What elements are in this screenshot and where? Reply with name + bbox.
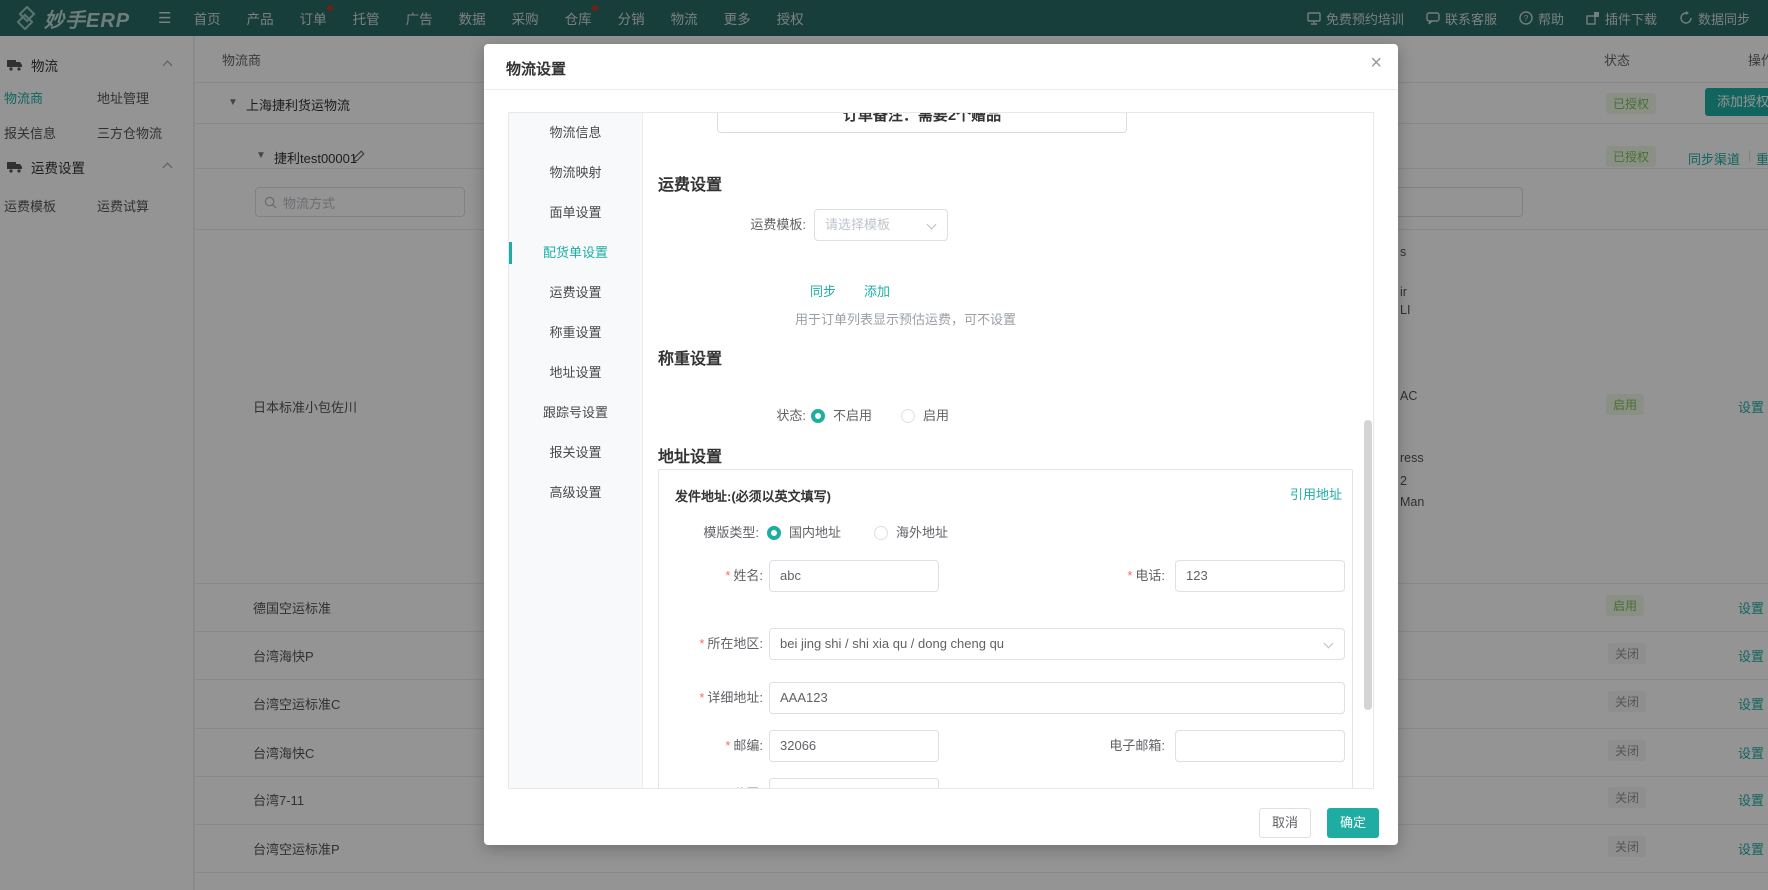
tab-freight-settings[interactable]: 运费设置 (509, 273, 642, 313)
tab-label-settings[interactable]: 面单设置 (509, 193, 642, 233)
phone-label: 电话: (1015, 560, 1165, 592)
tab-weighing-settings[interactable]: 称重设置 (509, 313, 642, 353)
tab-picking-list-settings[interactable]: 配货单设置 (509, 233, 642, 273)
zip-label: 邮编: (659, 730, 763, 762)
freight-section-title: 运费设置 (658, 177, 723, 194)
detail-address-input[interactable]: AAA123 (769, 682, 1345, 714)
radio-overseas-address[interactable] (874, 526, 888, 540)
tab-tracking-number-settings[interactable]: 跟踪号设置 (509, 393, 642, 433)
tab-logistics-mapping[interactable]: 物流映射 (509, 153, 642, 193)
order-note-input[interactable]: 订单备注：需要2个赠品 (717, 113, 1127, 133)
radio-weighing-off-label[interactable]: 不启用 (833, 401, 872, 431)
radio-weighing-off[interactable] (811, 409, 825, 423)
radio-domestic-label[interactable]: 国内地址 (789, 518, 841, 548)
content-scrollbar[interactable] (1364, 420, 1372, 710)
quote-address-link[interactable]: 引用地址 (1290, 484, 1342, 503)
sender-address-box: 发件地址:(必须以英文填写) 引用地址 模版类型: 国内地址 海外地址 姓名: … (658, 469, 1353, 788)
phone-input[interactable]: 123 (1175, 560, 1345, 592)
logistics-settings-dialog: 物流设置 × 物流信息 物流映射 面单设置 配货单设置 运费设置 称重设置 地址… (484, 44, 1398, 845)
confirm-button[interactable]: 确定 (1327, 808, 1379, 838)
radio-weighing-on[interactable] (901, 409, 915, 423)
company-label: 公司: (659, 778, 763, 788)
name-label: 姓名: (659, 560, 763, 592)
company-input[interactable] (769, 778, 939, 788)
weighing-status-label: 状态: (776, 408, 806, 423)
chevron-down-icon (926, 219, 937, 230)
dialog-title: 物流设置 (506, 61, 567, 78)
email-label: 电子邮箱: (1109, 738, 1165, 753)
freight-template-label: 运费模板: (750, 217, 806, 232)
tab-address-settings[interactable]: 地址设置 (509, 353, 642, 393)
settings-tab-menu: 物流信息 物流映射 面单设置 配货单设置 运费设置 称重设置 地址设置 跟踪号设… (509, 113, 643, 788)
tab-customs-settings[interactable]: 报关设置 (509, 433, 642, 473)
name-input[interactable]: abc (769, 560, 939, 592)
email-input[interactable] (1175, 730, 1345, 762)
zip-input[interactable]: 32066 (769, 730, 939, 762)
cancel-button[interactable]: 取消 (1259, 808, 1311, 838)
weighing-section-title: 称重设置 (658, 351, 723, 368)
region-select[interactable]: bei jing shi / shi xia qu / dong cheng q… (769, 628, 1345, 660)
sync-template-link[interactable]: 同步 (810, 281, 836, 300)
tab-advanced-settings[interactable]: 高级设置 (509, 473, 642, 513)
dialog-header-divider (484, 89, 1398, 90)
add-template-link[interactable]: 添加 (864, 281, 890, 300)
freight-hint-text: 用于订单列表显示预估运费，可不设置 (795, 312, 1017, 327)
address-section-title: 地址设置 (658, 449, 723, 466)
settings-content: 订单备注：需要2个赠品 运费设置 运费模板: 请选择模板 同步 添加 用于订单列… (643, 113, 1373, 788)
radio-weighing-on-label[interactable]: 启用 (923, 401, 949, 431)
active-tab-bar (509, 242, 512, 264)
radio-domestic-address[interactable] (767, 526, 781, 540)
close-icon[interactable]: × (1370, 52, 1382, 75)
chevron-down-icon (1323, 638, 1334, 649)
tab-logistics-info[interactable]: 物流信息 (509, 113, 642, 153)
freight-template-select[interactable]: 请选择模板 (814, 209, 948, 241)
radio-overseas-label[interactable]: 海外地址 (896, 518, 948, 548)
dialog-body: 物流信息 物流映射 面单设置 配货单设置 运费设置 称重设置 地址设置 跟踪号设… (508, 112, 1374, 789)
region-label: 所在地区: (659, 628, 763, 660)
detail-address-label: 详细地址: (659, 682, 763, 714)
sender-address-title: 发件地址:(必须以英文填写) (675, 489, 831, 504)
template-type-label: 模版类型: (703, 525, 759, 540)
